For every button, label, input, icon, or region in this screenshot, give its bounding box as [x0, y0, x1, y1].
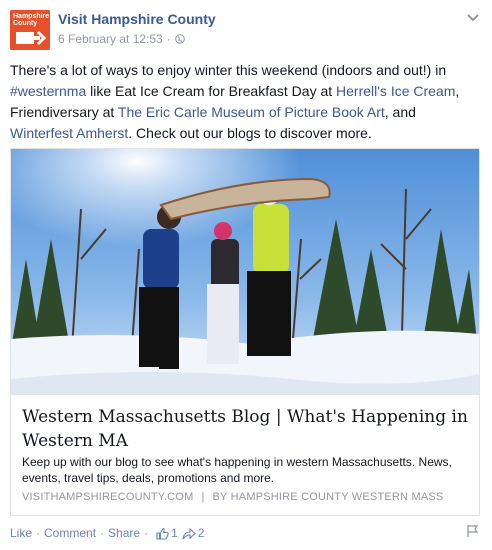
action-separator: · — [144, 526, 149, 540]
source-author: BY HAMPSHIRE COUNTY WESTERN MASS — [212, 491, 444, 503]
meta-separator: · — [166, 32, 171, 46]
avatar-logo-text: Hampshire County — [13, 13, 50, 27]
attachment-description: Keep up with our blog to see what's happ… — [22, 455, 452, 485]
like-count[interactable]: 1 — [156, 526, 178, 540]
link-attachment[interactable]: Western Massachusetts Blog | What's Happ… — [10, 148, 480, 516]
like-button[interactable]: Like — [10, 526, 32, 540]
share-button[interactable]: Share — [108, 526, 140, 540]
action-separator: · — [100, 526, 105, 540]
chevron-down-icon[interactable] — [466, 12, 480, 22]
facebook-post: Hampshire County Visit Hampshire County … — [0, 0, 492, 550]
eric-carle-museum-link[interactable]: The Eric Carle Museum of Picture Book Ar… — [118, 104, 385, 120]
action-separator: · — [36, 526, 41, 540]
flag-icon[interactable] — [466, 524, 480, 538]
share-count-value: 2 — [197, 526, 205, 540]
like-count-value: 1 — [171, 526, 178, 540]
comment-button[interactable]: Comment — [44, 526, 96, 540]
post-meta: 6 February at 12:53 · — [58, 32, 185, 46]
post-text-part: , and — [384, 104, 416, 120]
post-text-part: like Eat Ice Cream for Breakfast Day at — [86, 83, 337, 99]
globe-icon[interactable] — [174, 34, 185, 44]
post-actions: Like · Comment · Share · 1 2 — [10, 524, 480, 542]
post-message: There's a lot of ways to enjoy winter th… — [10, 60, 480, 144]
herrells-link[interactable]: Herrell's Ice Cream — [336, 83, 455, 99]
attachment-title[interactable]: Western Massachusetts Blog | What's Happ… — [22, 405, 468, 453]
post-timestamp[interactable]: 6 February at 12:53 — [58, 32, 163, 46]
page-avatar[interactable]: Hampshire County — [10, 10, 50, 50]
winter-sledding-photo — [11, 149, 479, 395]
page-name[interactable]: Visit Hampshire County — [58, 11, 216, 27]
thumbs-up-icon — [156, 527, 169, 540]
attachment-source: VISITHAMPSHIRECOUNTY.COM | BY HAMPSHIRE CO… — [22, 491, 468, 503]
post-text-part: There's a lot of ways to enjoy winter th… — [10, 62, 447, 78]
post-text-part: . Check out our blogs to discover more. — [128, 125, 372, 141]
source-separator: | — [201, 491, 205, 503]
share-arrow-icon — [182, 527, 196, 539]
attachment-photo[interactable] — [11, 149, 479, 395]
winterfest-link[interactable]: Winterfest Amherst — [10, 125, 128, 141]
source-domain: VISITHAMPSHIRECOUNTY.COM — [22, 491, 194, 503]
hashtag-link[interactable]: #westernma — [10, 83, 86, 99]
share-count[interactable]: 2 — [182, 526, 205, 540]
